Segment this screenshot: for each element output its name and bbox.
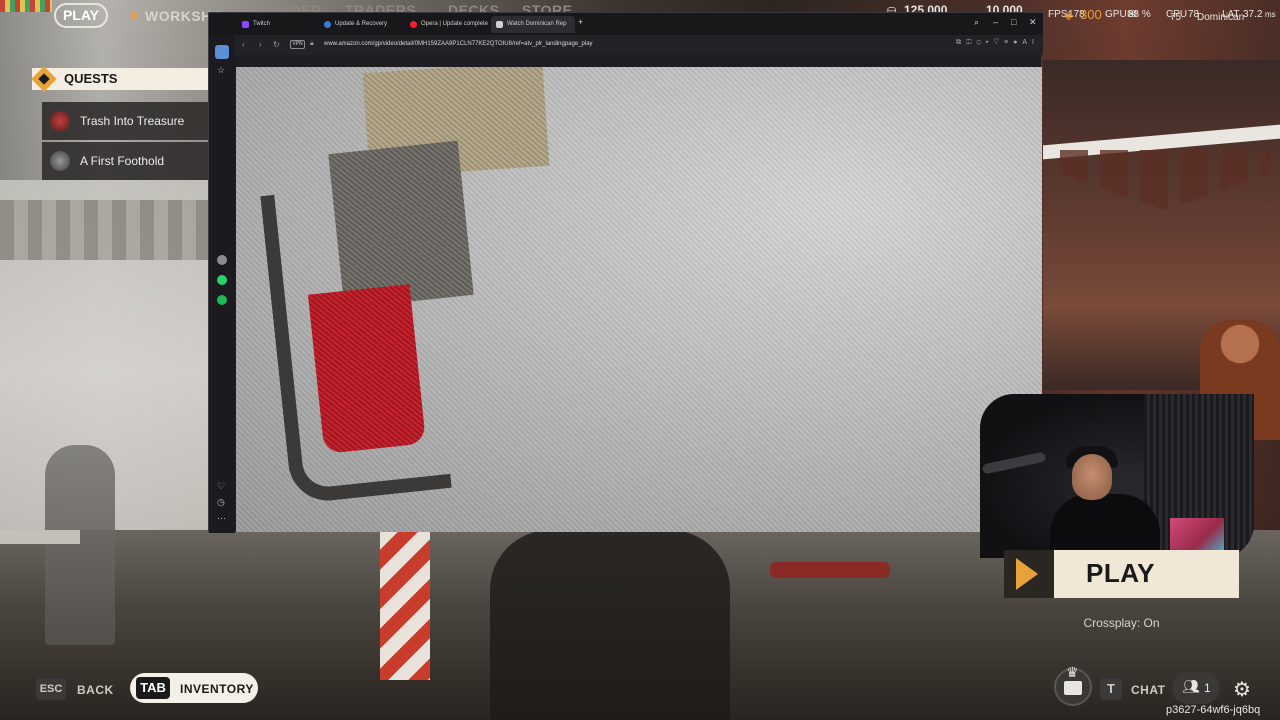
crown-icon: ♛ [1066,664,1079,680]
tab-opera-update[interactable]: Opera | Update complete [405,16,489,33]
close-icon[interactable]: ✕ [1029,17,1037,28]
tab-key[interactable]: TAB [136,677,170,699]
search-tabs-icon[interactable]: ⌕ [974,17,979,28]
session-id: p3627-64wf6-jq6bq [1166,704,1261,716]
video-player[interactable] [236,67,1042,532]
lock-icon[interactable]: 🔒︎ [310,40,314,48]
quest-item[interactable]: Trash Into Treasure [42,102,208,140]
ai-label[interactable]: AI [1022,39,1039,46]
webcam-streamer-face [1072,454,1112,500]
quest-portrait-icon [50,111,70,131]
coin-icon: ◈ [1064,8,1074,22]
crafting-station-icon [1064,681,1082,695]
webcam-streamer-body [1050,494,1160,558]
home-icon[interactable] [215,45,229,59]
webcam-overlay [980,394,1254,558]
prime-video-favicon-icon [496,21,503,28]
lat-value: 37.2 [1243,9,1263,20]
heart-icon[interactable]: ♡ [217,481,225,492]
background-striped-pole [380,530,430,680]
back-label[interactable]: BACK [77,683,114,697]
twitch-favicon-icon [242,21,249,28]
lat-unit: ms [1265,10,1276,19]
webcam-monitor [1170,518,1224,554]
browser-window: Twitch Update & Recovery Opera | Update … [208,12,1043,533]
messenger-icon[interactable] [217,255,227,265]
party-button[interactable]: 👥︎ 1 [1172,672,1220,704]
tab-label: Twitch [253,21,271,27]
t-key[interactable]: T [1100,678,1122,700]
quest-label: Trash Into Treasure [80,114,185,128]
vpn-badge[interactable]: VPN [290,40,305,49]
notification-dot-icon [131,12,138,19]
forward-arrow-icon[interactable]: › [259,40,262,49]
crossplay-status: Crossplay: On [1083,616,1160,630]
player-level: 75 [1170,12,1182,23]
reload-icon[interactable]: ↻ [273,40,280,49]
mail-icon[interactable]: ✉ [1127,7,1137,21]
game-logo-icon [0,0,52,12]
background-figure [45,445,115,645]
spotify-icon[interactable] [217,295,227,305]
esc-key[interactable]: ESC [36,678,66,700]
tab-twitch[interactable]: Twitch [237,16,317,33]
lat-label: LAT [1222,9,1240,20]
tab-label: Update & Recovery [335,21,388,27]
nav-play-button[interactable]: PLAY [54,3,108,28]
chat-label[interactable]: CHAT [1131,683,1165,697]
tab-watch-dominican[interactable]: Watch Dominican Rep [491,16,575,33]
whatsapp-icon[interactable] [217,275,227,285]
new-tab-icon[interactable]: + [578,17,583,27]
minimize-icon[interactable]: – [993,17,998,27]
quest-portrait-icon [50,151,70,171]
windows-settings-favicon-icon [324,21,331,28]
party-count: 1 [1204,681,1211,695]
inventory-label[interactable]: INVENTORY [180,682,254,696]
browser-sidebar: ☆ ♡ ◷ ⋯ [209,35,235,533]
more-icon[interactable]: ⋯ [217,513,226,524]
back-arrow-icon[interactable]: ‹ [242,40,245,49]
coin-value: 300 [1080,7,1102,22]
party-members-icon: 👥︎ [1182,678,1200,694]
gpu-label: GPU [1105,9,1127,20]
player-character [490,530,730,720]
play-chevron-box [1004,550,1054,598]
quest-item[interactable]: A First Foothold [42,142,208,180]
background-stool [770,562,890,578]
video-patch-red [307,284,427,454]
toolbar-icons[interactable]: ⧉◫⊙▸♡≡●AI [956,39,1039,47]
tab-label: Opera | Update complete [421,21,488,27]
tab-label: Watch Dominican Rep [507,21,567,27]
background-awning [0,200,210,260]
play-button-label: PLAY [1086,558,1155,588]
play-chevron-icon [1016,558,1038,590]
webcam-microphone [981,451,1047,475]
history-icon[interactable]: ◷ [217,497,225,508]
url-input[interactable]: www.amazon.com/gp/video/detail/0MH159ZAA… [324,41,593,47]
main-play-button[interactable]: PLAY [1004,550,1239,598]
background-table [0,530,80,544]
maximize-icon[interactable]: □ [1011,17,1016,27]
browser-tab-strip: Twitch Update & Recovery Opera | Update … [209,13,1043,35]
opera-favicon-icon [410,21,417,28]
quests-title: QUESTS [32,68,208,90]
settings-gear-icon[interactable]: ⚙ [1233,677,1251,702]
browser-address-bar: ‹ › ↻ VPN 🔒︎ www.amazon.com/gp/video/det… [209,35,1043,55]
quest-label: A First Foothold [80,154,165,168]
tab-update-recovery[interactable]: Update & Recovery [319,16,403,33]
star-icon[interactable]: ☆ [217,65,225,76]
